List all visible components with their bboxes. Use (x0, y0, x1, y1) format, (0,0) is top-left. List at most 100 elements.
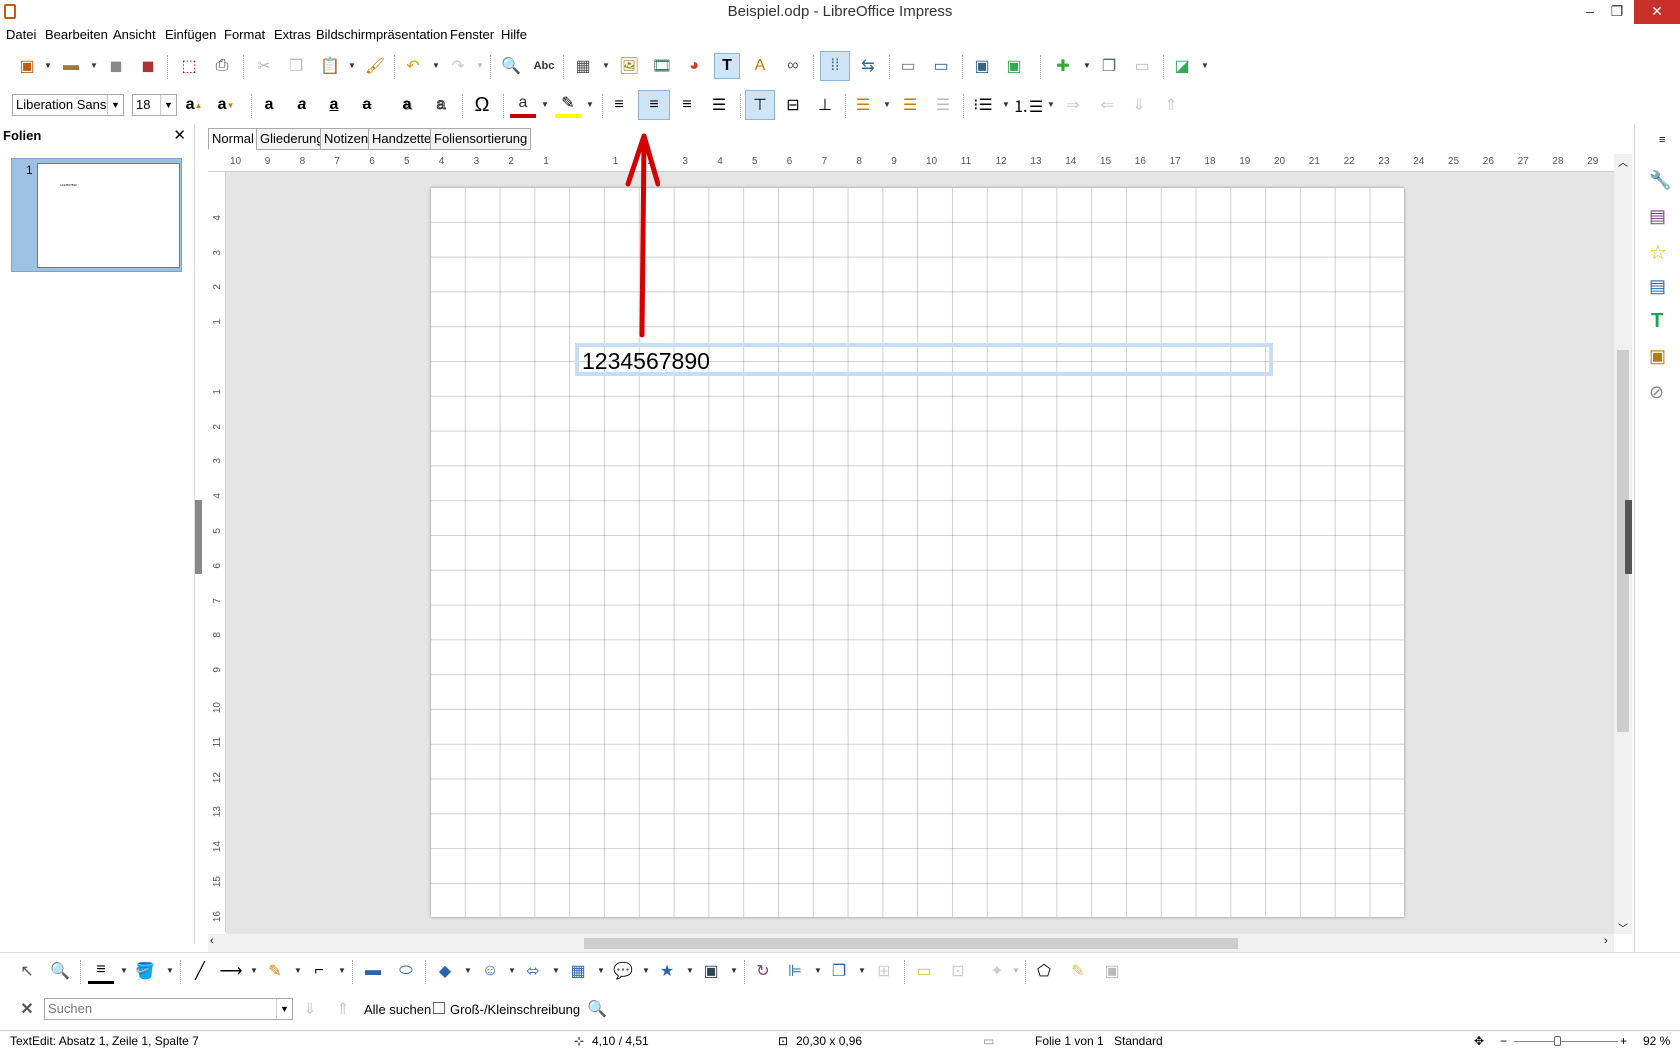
line-spacing-dropdown-icon[interactable]: ▼ (883, 92, 891, 118)
match-case-label[interactable]: Groß-/Kleinschreibung (450, 1002, 580, 1017)
align-right-icon[interactable]: ≡ (674, 92, 700, 118)
shadow-toggle-icon[interactable]: ▭ (911, 958, 937, 984)
clone-formatting-icon[interactable]: 🖌 (362, 53, 388, 79)
menu-fenster[interactable]: Fenster (450, 27, 494, 42)
3d-objects-dropdown-icon[interactable]: ▼ (730, 958, 738, 984)
slide-workspace[interactable]: 1234567890 (226, 172, 1616, 934)
hyperlink-icon[interactable]: ∞ (780, 53, 806, 79)
move-down-icon[interactable]: ⇓ (1126, 92, 1152, 118)
shadow-icon[interactable]: a (394, 92, 420, 118)
increase-font-icon[interactable]: a ▲ (181, 92, 207, 118)
scroll-down-icon[interactable]: ﹀ (1618, 920, 1628, 935)
slide-thumbnail-selected[interactable]: 1 1234567890 (11, 158, 182, 272)
open-folder-icon[interactable]: ▬ (58, 53, 84, 79)
master-slide-icon[interactable]: ▭ (895, 53, 921, 79)
numbering-icon[interactable]: ⒈☰ (1013, 92, 1043, 118)
horizontal-scrollbar[interactable]: ‹ › (208, 934, 1614, 952)
document-modified-icon[interactable]: ▭ (983, 1034, 994, 1048)
glue-points-icon[interactable]: ✎ (1065, 958, 1091, 984)
close-button[interactable]: ✕ (1634, 0, 1680, 24)
menu-bildschirmpraesentation[interactable]: Bildschirmpräsentation (316, 27, 448, 42)
promote-icon[interactable]: ⇐ (1094, 92, 1120, 118)
arrange-dropdown-icon[interactable]: ▼ (858, 958, 866, 984)
match-case-checkbox[interactable] (433, 1002, 445, 1014)
zoom-percent[interactable]: 92 % (1643, 1034, 1670, 1048)
copy-icon[interactable]: ❐ (283, 53, 309, 79)
line-icon[interactable]: ╱ (187, 958, 213, 984)
table-icon[interactable]: ▦ (570, 53, 596, 79)
chevron-down-icon[interactable]: ▼ (276, 999, 292, 1019)
search-input[interactable]: Suchen ▼ (44, 998, 293, 1020)
curve-icon[interactable]: ✎ (262, 958, 288, 984)
flowchart-icon[interactable]: ▦ (565, 958, 591, 984)
rotate-icon[interactable]: ↻ (750, 958, 776, 984)
bullets-dropdown-icon[interactable]: ▼ (1002, 92, 1010, 118)
menu-bearbeiten[interactable]: Bearbeiten (45, 27, 108, 42)
zoom-in-icon[interactable]: + (1620, 1034, 1627, 1048)
outline-font-icon[interactable]: a (428, 92, 454, 118)
line-color-icon[interactable]: ≡ (88, 958, 114, 984)
slide-layout-icon[interactable]: ▭ (928, 53, 954, 79)
menu-einfuegen[interactable]: Einfügen (165, 27, 216, 42)
stars-icon[interactable]: ★ (654, 958, 680, 984)
connector-icon[interactable]: ⌐ (306, 958, 332, 984)
undo-dropdown-icon[interactable]: ▼ (432, 53, 440, 79)
toggle-extrusion-icon[interactable]: ▣ (1099, 958, 1125, 984)
connector-dropdown-icon[interactable]: ▼ (338, 958, 346, 984)
duplicate-slide-icon[interactable]: ❐ (1096, 53, 1122, 79)
special-character-icon[interactable]: Ω (469, 92, 495, 118)
helplines-icon[interactable]: ⇆ (855, 53, 881, 79)
tab-normal[interactable]: Normal (208, 128, 258, 150)
zoom-out-icon[interactable]: − (1500, 1034, 1507, 1048)
increase-paragraph-spacing-icon[interactable]: ☰ (897, 92, 923, 118)
new-document-icon[interactable]: ▣ (14, 53, 40, 79)
display-views-icon[interactable]: ◪ (1169, 53, 1195, 79)
export-pdf-icon[interactable]: ⬚ (176, 53, 202, 79)
scroll-up-icon[interactable]: ︿ (1618, 154, 1628, 169)
menu-hilfe[interactable]: Hilfe (501, 27, 527, 42)
redo-icon[interactable]: ↷ (445, 53, 471, 79)
master-layout-name[interactable]: Standard (1114, 1034, 1163, 1048)
crop-icon[interactable]: ⊡ (945, 958, 971, 984)
font-color-icon[interactable]: a (510, 92, 536, 118)
line-spacing-icon[interactable]: ☰ (850, 92, 876, 118)
find-replace-icon[interactable]: 🔍 (584, 996, 610, 1022)
gallery-icon[interactable]: ▣ (1649, 346, 1666, 367)
font-size-combo[interactable]: 18 ▼ (132, 94, 177, 116)
master-slides-icon[interactable]: ▤ (1649, 276, 1666, 297)
text-box-icon[interactable]: T (714, 53, 740, 79)
fit-slide-icon[interactable]: ✥ (1474, 1034, 1484, 1048)
fill-color-icon[interactable]: 🪣 (132, 958, 158, 984)
navigator-icon[interactable]: ⊘ (1649, 382, 1664, 403)
justify-icon[interactable]: ☰ (706, 92, 732, 118)
find-all-button[interactable]: Alle suchen (364, 1002, 431, 1017)
tab-notizen[interactable]: Notizen (320, 128, 373, 150)
start-current-slide-icon[interactable]: ▣ (1001, 53, 1027, 79)
find-replace-icon[interactable]: 🔍 (498, 53, 524, 79)
new-dropdown-icon[interactable]: ▼ (44, 53, 52, 79)
underline-icon[interactable]: a (321, 92, 347, 118)
chevron-down-icon[interactable]: ▼ (107, 95, 123, 115)
scroll-right-icon[interactable]: › (1604, 935, 1608, 947)
filter-icon[interactable]: ✦ (984, 958, 1010, 984)
arrow-line-dropdown-icon[interactable]: ▼ (250, 958, 258, 984)
filter-dropdown-icon[interactable]: ▼ (1012, 958, 1020, 984)
highlight-color-icon[interactable]: ✎ (555, 92, 581, 118)
3d-objects-icon[interactable]: ▣ (698, 958, 724, 984)
horizontal-ruler[interactable]: 10 9 8 7 6 5 4 3 2 1 1 2 3 4 5 6 7 8 9 10 11 12 13 14 15 16 17 18 19… (208, 154, 1614, 172)
fill-color-dropdown-icon[interactable]: ▼ (166, 958, 174, 984)
close-icon[interactable]: ✕ (173, 126, 186, 144)
align-left-icon[interactable]: ≡ (606, 92, 632, 118)
sidebar-menu-icon[interactable]: ≡ (1659, 134, 1665, 146)
align-objects-dropdown-icon[interactable]: ▼ (814, 958, 822, 984)
move-up-icon[interactable]: ⇑ (1158, 92, 1184, 118)
zoom-slider-thumb[interactable] (1554, 1036, 1561, 1046)
points-icon[interactable]: ⬠ (1031, 958, 1057, 984)
decrease-paragraph-spacing-icon[interactable]: ☰ (930, 92, 956, 118)
start-presentation-icon[interactable]: ▣ (969, 53, 995, 79)
grid-display-icon[interactable]: ⁞⁞ (820, 51, 850, 81)
numbering-dropdown-icon[interactable]: ▼ (1047, 92, 1055, 118)
distribute-icon[interactable]: ⊞ (871, 958, 897, 984)
delete-slide-icon[interactable]: ▭ (1129, 53, 1155, 79)
align-middle-icon[interactable]: ⊟ (780, 92, 806, 118)
